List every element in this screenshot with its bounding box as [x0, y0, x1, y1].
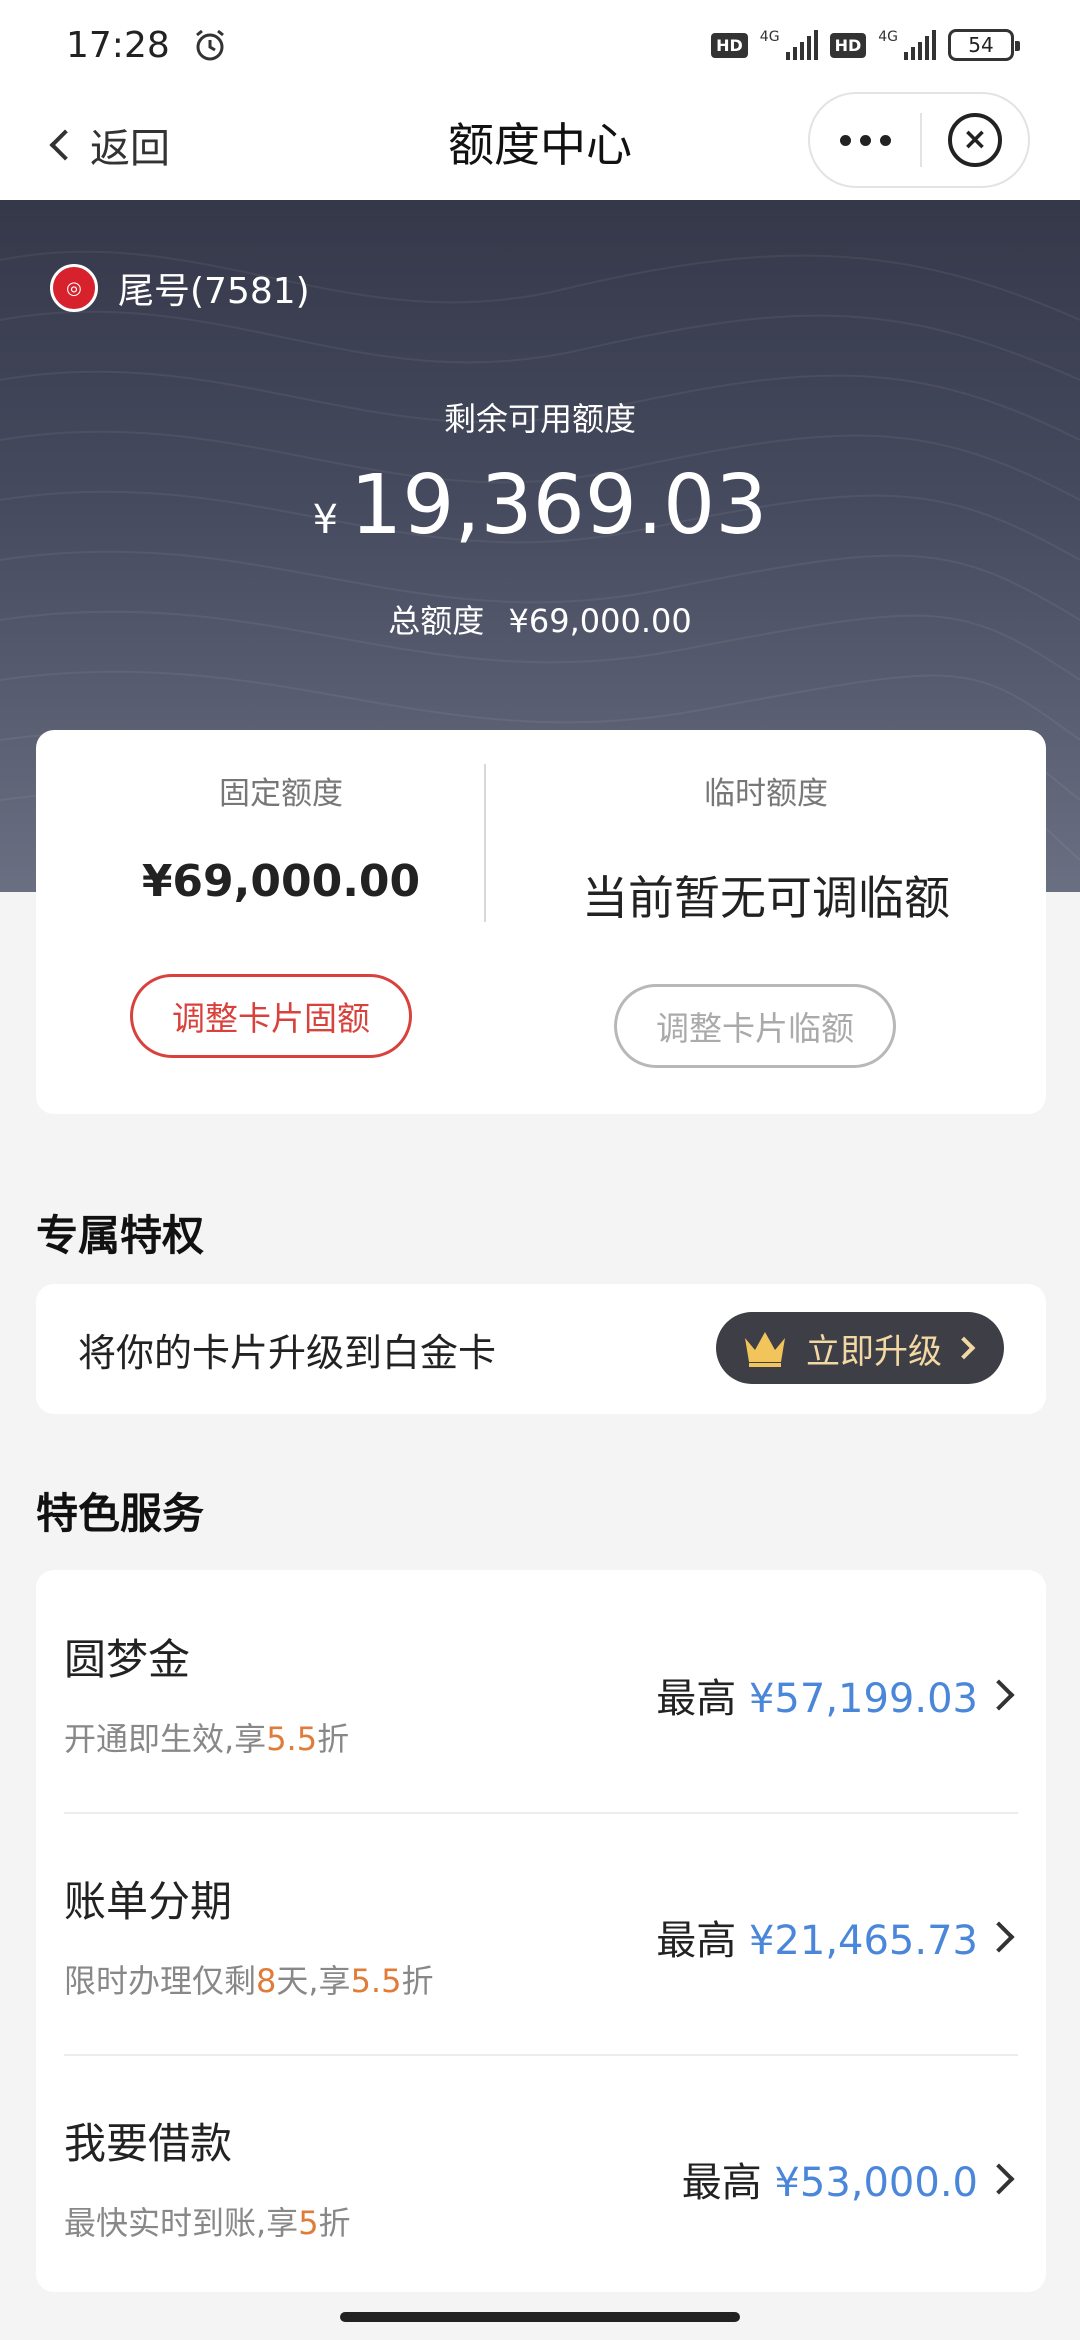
- service-max-amount: 最高 ¥53,000.0: [681, 2160, 978, 2206]
- total-credit-line: 总额度 ¥69,000.00: [0, 596, 1080, 642]
- battery-icon: 54: [948, 29, 1020, 61]
- more-dots-icon: [839, 134, 851, 146]
- credit-limits-card: 固定额度 ¥69,000.00 调整卡片固额 临时额度 当前暂无可调临额 调整卡…: [36, 730, 1046, 1114]
- back-label: 返回: [90, 126, 170, 172]
- remaining-amount: 19,369.03: [350, 458, 768, 553]
- temp-limit-status: 当前暂无可调临额: [582, 871, 950, 925]
- service-name: 圆梦金: [64, 1635, 191, 1684]
- service-desc: 限时办理仅剩8天,享5.5折: [64, 1962, 434, 2000]
- back-button[interactable]: 返回: [44, 112, 170, 178]
- temp-limit-label: 临时额度: [704, 776, 828, 812]
- crown-icon: [745, 1332, 785, 1367]
- chevron-right-icon: [983, 2163, 1015, 2195]
- nav-bar: 额度中心 返回 ×: [0, 90, 1080, 200]
- chevron-right-icon: [983, 1921, 1015, 1953]
- battery-level: 54: [968, 33, 994, 57]
- service-name: 账单分期: [64, 1877, 233, 1926]
- close-button[interactable]: ×: [922, 113, 1028, 167]
- card-identifier: ◎ 尾号(7581): [50, 262, 310, 314]
- signal-icon-1: [785, 30, 818, 60]
- service-row-yuanmengjin[interactable]: 圆梦金 开通即生效,享5.5折 最高 ¥57,199.03: [64, 1570, 1018, 1812]
- privilege-card: 将你的卡片升级到白金卡 立即升级: [36, 1284, 1046, 1414]
- total-credit-label: 总额度: [388, 602, 485, 640]
- fixed-limit-label: 固定额度: [219, 776, 343, 812]
- remaining-credit-value: ¥19,369.03: [0, 458, 1080, 553]
- mini-program-capsule: ×: [808, 92, 1030, 188]
- signal-icon-2: [904, 30, 936, 60]
- chevron-left-icon: [49, 129, 81, 161]
- close-circle-icon: ×: [948, 113, 1002, 167]
- service-row-bill-installment[interactable]: 账单分期 限时办理仅剩8天,享5.5折 最高 ¥21,465.73: [64, 1812, 1018, 2054]
- bank-logo-icon: ◎: [50, 264, 98, 312]
- chevron-right-icon: [952, 1336, 976, 1360]
- chevron-right-icon: [983, 1679, 1015, 1711]
- service-max-amount: 最高 ¥21,465.73: [656, 1918, 978, 1964]
- card-tail-number: 尾号(7581): [118, 271, 310, 312]
- remaining-credit-label: 剩余可用额度: [443, 400, 636, 438]
- fixed-limit-value: ¥69,000.00: [141, 856, 421, 907]
- service-name: 我要借款: [64, 2119, 233, 2168]
- services-section-title: 特色服务: [36, 1489, 205, 1538]
- hd-badge-1: HD: [711, 32, 748, 58]
- network-label-1: 4G: [759, 29, 780, 45]
- status-time: 17:28: [66, 24, 170, 66]
- status-bar: 17:28 HD 4G HD 4G 54: [0, 0, 1080, 90]
- service-row-borrow[interactable]: 我要借款 最快实时到账,享5折 最高 ¥53,000.0: [64, 2054, 1018, 2296]
- more-button[interactable]: [810, 94, 920, 186]
- adjust-fixed-limit-button[interactable]: 调整卡片固额: [130, 974, 412, 1058]
- privilege-text: 将你的卡片升级到白金卡: [78, 1330, 497, 1375]
- services-card: 圆梦金 开通即生效,享5.5折 最高 ¥57,199.03 账单分期 限时办理仅…: [36, 1570, 1046, 2292]
- fixed-limit-column: 固定额度 ¥69,000.00 调整卡片固额: [36, 730, 526, 1114]
- total-credit-value: ¥69,000.00: [508, 602, 692, 640]
- privilege-section-title: 专属特权: [36, 1211, 205, 1260]
- adjust-temp-limit-button[interactable]: 调整卡片临额: [614, 984, 896, 1068]
- upgrade-label: 立即升级: [806, 1331, 942, 1372]
- service-desc: 最快实时到账,享5折: [64, 2204, 351, 2242]
- network-label-2: 4G: [878, 29, 898, 45]
- alarm-clock-icon: [195, 29, 224, 61]
- currency-symbol: ¥: [312, 497, 339, 543]
- hd-badge-2: HD: [829, 32, 867, 58]
- service-max-amount: 最高 ¥57,199.03: [656, 1676, 978, 1722]
- upgrade-now-button[interactable]: 立即升级: [716, 1312, 1004, 1384]
- home-indicator[interactable]: [340, 2312, 740, 2322]
- service-desc: 开通即生效,享5.5折: [64, 1720, 350, 1758]
- status-indicators: HD 4G HD 4G 54: [711, 29, 1020, 61]
